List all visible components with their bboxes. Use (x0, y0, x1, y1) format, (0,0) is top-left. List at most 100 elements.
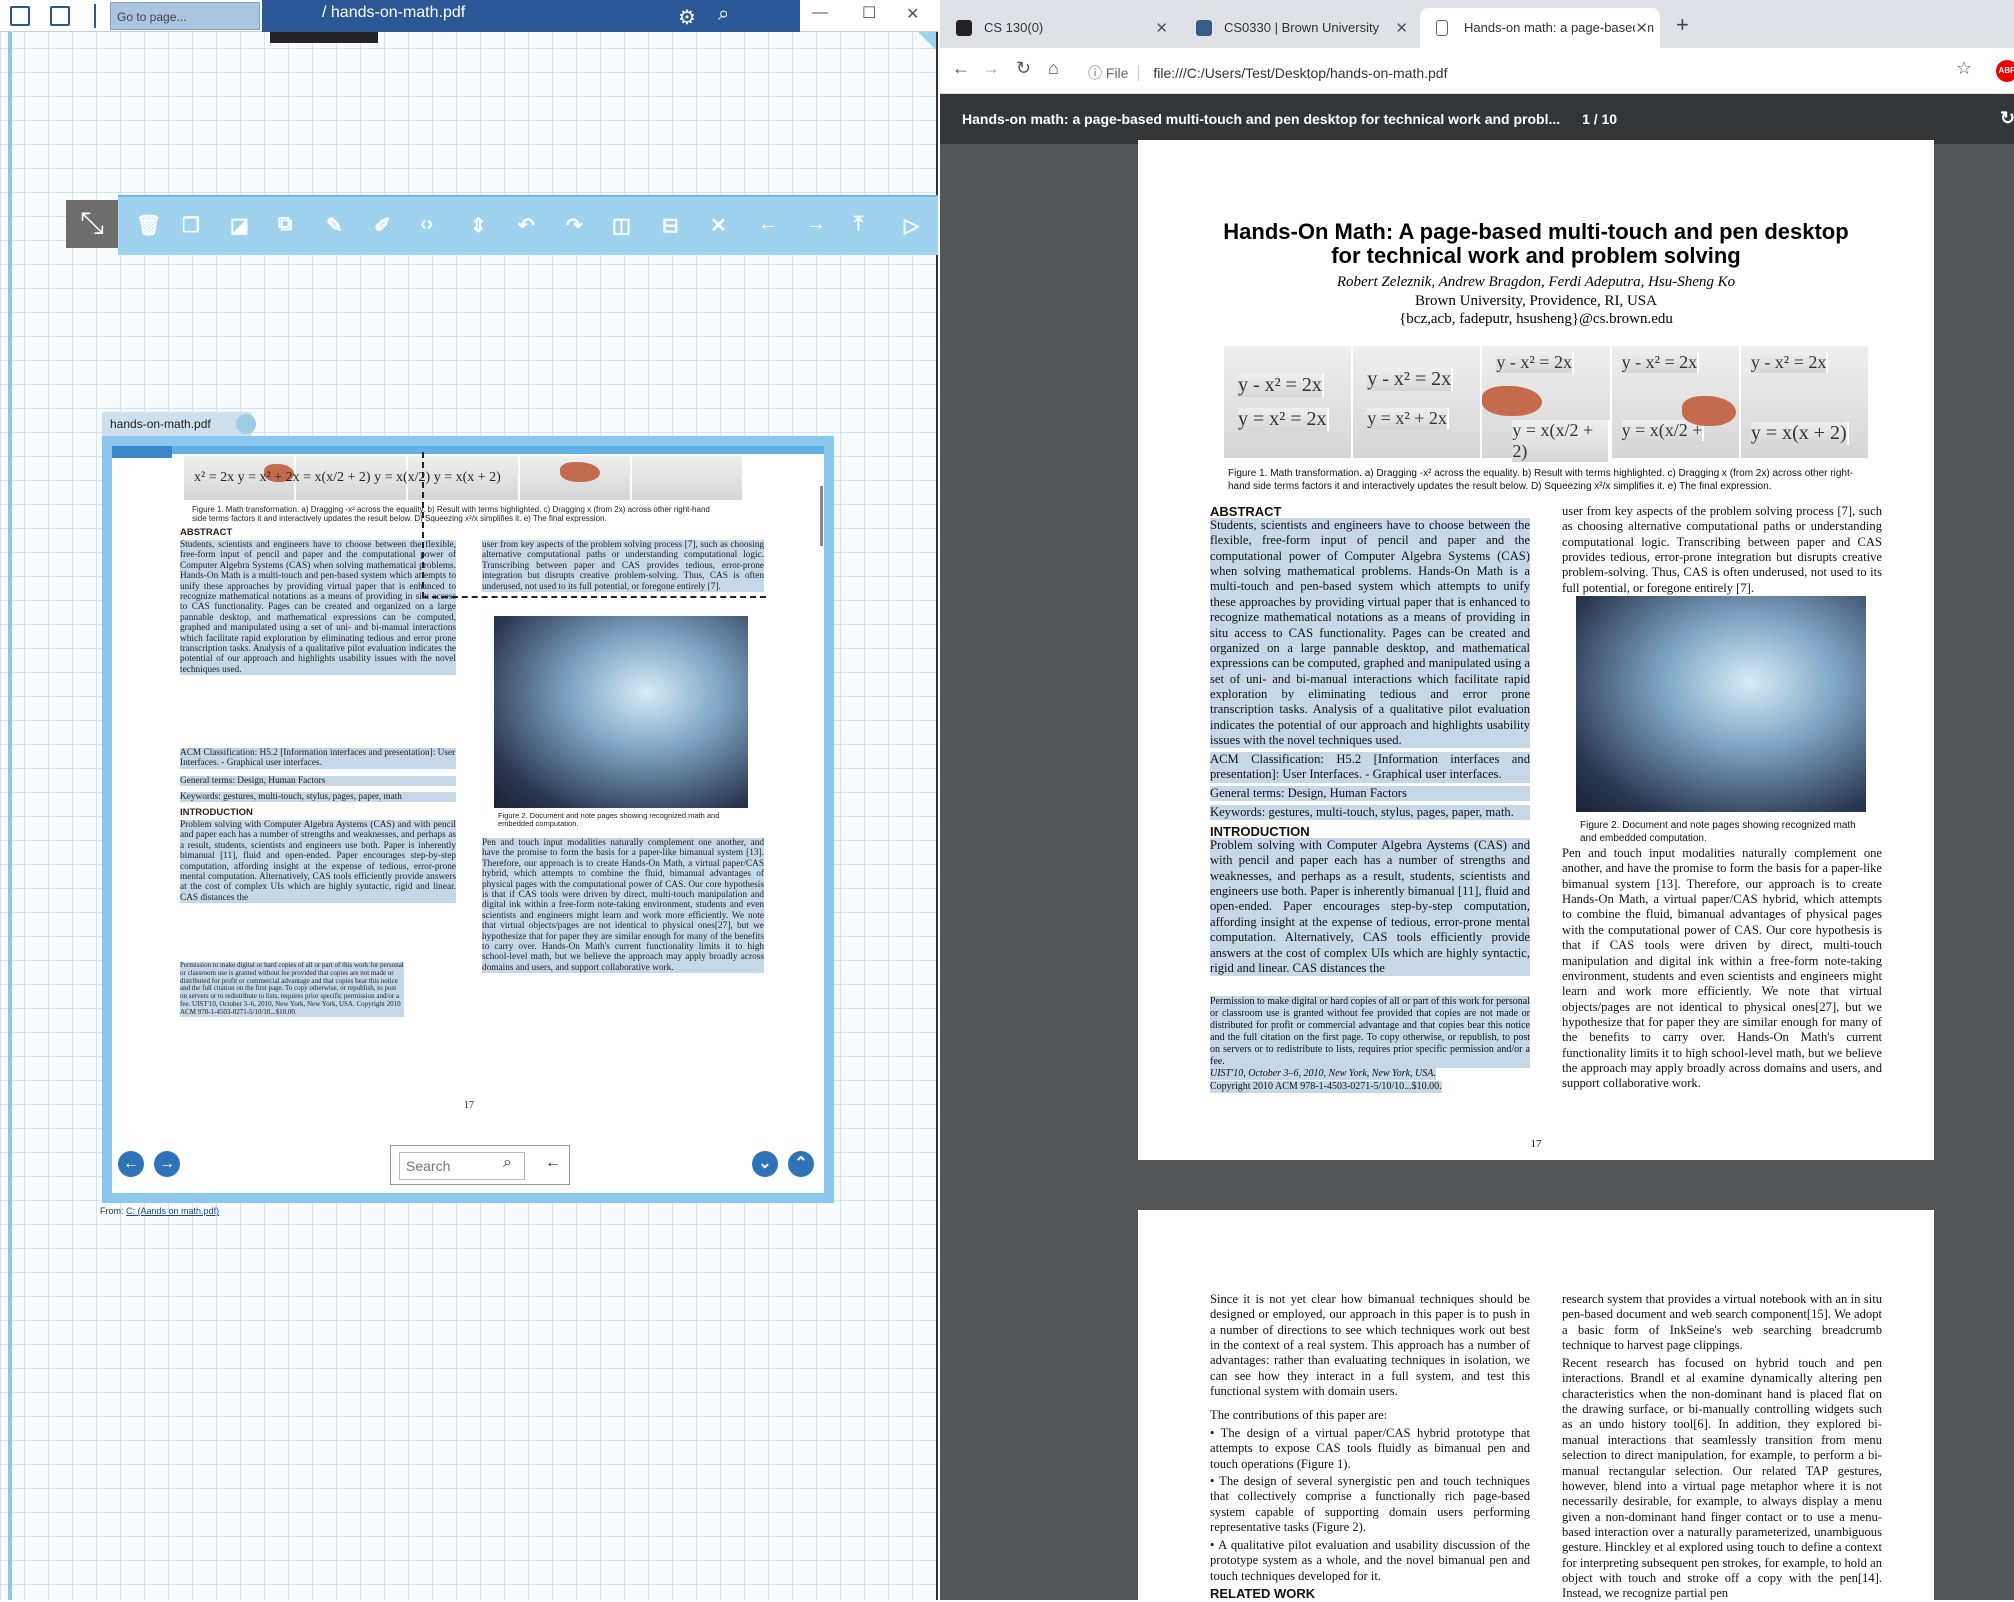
file-title-bar: / hands-on-math.pdf ⚙ ⌕ (262, 0, 800, 32)
page-tab-stub[interactable] (270, 32, 378, 43)
document-tab-label: hands-on-math.pdf (110, 417, 211, 431)
figure1-panel-b: y - x² = 2x y = x² + 2x (1353, 346, 1483, 458)
prev-arrow-icon[interactable]: ← (118, 1151, 144, 1177)
document-handle[interactable] (236, 414, 256, 434)
pin-icon[interactable]: ✎ (326, 213, 343, 238)
delete-icon[interactable]: 🗑 (136, 213, 161, 238)
divider (94, 4, 96, 28)
chevron-up-icon[interactable]: ⌃ (788, 1151, 814, 1177)
arrow-left-icon[interactable]: ← (758, 213, 778, 236)
chrome-window: CS 130(0) ✕ CS0330 | Brown University ✕ … (940, 0, 2014, 1601)
url-text: file:///C:/Users/Test/Desktop/hands-on-m… (1153, 65, 1448, 81)
home-icon[interactable]: ⌂ (1048, 58, 1059, 79)
info-icon[interactable]: ⓘ (1088, 65, 1102, 81)
paper-email: {bcz,acb, fadeputr, hsusheng}@cs.brown.e… (1399, 311, 1673, 327)
split-vertical-icon[interactable]: ⊟ (662, 213, 679, 238)
chevron-down-icon[interactable]: ⌄ (752, 1151, 778, 1177)
mini-col2-bottom: Pen and touch input modalities naturally… (482, 838, 764, 974)
tab-strip: CS 130(0) ✕ CS0330 | Brown University ✕ … (940, 0, 2014, 48)
p2-contributions-intro: The contributions of this paper are: (1210, 1408, 1388, 1422)
play-icon[interactable]: ▷ (904, 213, 919, 238)
expand-vertical-icon[interactable]: ⇕ (470, 213, 487, 238)
stack-icon[interactable]: ◪ (230, 213, 249, 238)
paper-authors: Robert Zeleznik, Andrew Bragdon, Ferdi A… (1336, 274, 1736, 290)
general-terms: General terms: Design, Human Factors (1210, 786, 1530, 802)
arrow-right-icon[interactable]: → (806, 213, 826, 236)
undo-icon[interactable]: ↶ (518, 213, 535, 238)
minimize-button[interactable]: — (812, 4, 828, 22)
paper-title: Hands-On Math: A page-based multi-touch … (1138, 220, 1934, 268)
selection-box[interactable] (422, 452, 766, 598)
unpin-icon[interactable]: ✐ (374, 213, 391, 238)
tab-cs130[interactable]: CS 130(0) ✕ (940, 8, 1180, 48)
next-arrow-icon[interactable]: → (154, 1151, 180, 1177)
redo-icon[interactable]: ↷ (566, 213, 583, 238)
page-indicator: 1 / 10 (1582, 111, 1618, 127)
tab-label: CS 130(0) (984, 20, 1044, 35)
figure1-caption: Figure 1. Math transformation. a) Draggi… (1228, 468, 1854, 492)
page-toolbar: 🗑 ❐ ◪ ⧉ ✎ ✐ ‹› ⇕ ↶ ↷ ◫ ⊟ ✕ ← → ⤒ ▷ (118, 195, 938, 255)
source-link[interactable]: C: (Aands on math.pdf) (126, 1206, 219, 1216)
adblock-badge[interactable]: ABP (1996, 60, 2014, 82)
mini-keywords: Keywords: gestures, multi-touch, stylus,… (180, 792, 456, 803)
acm-classification: ACM Classification: H5.2 [Information in… (1210, 752, 1530, 783)
copy-icon[interactable]: ⧉ (278, 213, 292, 236)
tab-cs0330[interactable]: CS0330 | Brown University ✕ (1180, 8, 1420, 48)
embedded-pdf-viewer: x² = 2x y = x² + 2x = x(x/2 + 2) y = x(x… (102, 436, 834, 1203)
permission-notice: Permission to make digital or hard copie… (1210, 996, 1530, 1068)
mini-acm: ACM Classification: H5.2 [Information in… (180, 748, 456, 769)
mini-fig2-caption: Figure 2. Document and note pages showin… (498, 811, 720, 829)
rotate-icon[interactable]: ↻ (2000, 108, 2014, 129)
close-button[interactable]: ✕ (906, 4, 919, 24)
mini-abstract: Students, scientists and engineers have … (180, 540, 456, 676)
search-icon[interactable]: ⌕ (718, 3, 729, 26)
maximize-button[interactable]: ☐ (862, 3, 876, 23)
collapse-button[interactable]: ⤡ (66, 200, 118, 248)
back-arrow-icon[interactable]: ← (545, 1154, 561, 1172)
tablet-mode-icon[interactable] (10, 6, 30, 26)
split-horizontal-icon[interactable]: ◫ (612, 213, 631, 238)
reload-icon[interactable]: ↻ (1016, 58, 1031, 79)
tab-hands-on-math[interactable]: Hands-on math: a page-based m ✕ (1420, 8, 1660, 48)
close-icon[interactable]: ✕ (1395, 19, 1408, 37)
document-tab[interactable]: hands-on-math.pdf (102, 412, 252, 436)
new-tab-icon[interactable]: + (1676, 12, 1689, 38)
mini-scrollbar[interactable] (820, 486, 823, 546)
keywords: Keywords: gestures, multi-touch, stylus,… (1210, 805, 1530, 821)
pdf-page-2: Since it is not yet clear how bimanual t… (1138, 1210, 1934, 1601)
paper-title-line1: Hands-On Math: A page-based multi-touch … (1223, 219, 1849, 244)
close-page-icon[interactable]: ✕ (710, 213, 727, 238)
arrow-top-icon[interactable]: ⤒ (854, 213, 863, 236)
gear-icon[interactable]: ⚙ (678, 5, 696, 30)
source-label: From: C: (Aands on math.pdf) (100, 1206, 219, 1216)
mini-figure2-photo (494, 616, 748, 808)
document-icon (1436, 20, 1448, 36)
magnifier-icon[interactable]: ⌕ (503, 1154, 512, 1172)
code-icon[interactable]: ‹› (420, 213, 433, 236)
related-work-heading: RELATED WORK (1210, 1586, 1316, 1601)
url-field[interactable]: ⓘ File file:///C:/Users/Test/Desktop/han… (1088, 55, 1888, 87)
viewer-search-box: ⌕ ← (390, 1145, 570, 1185)
new-page-icon[interactable] (50, 6, 70, 26)
figure2-caption: Figure 2. Document and note pages showin… (1580, 820, 1856, 844)
figure1-panel-c: y - x² = 2x y = x(x/2 + 2) (1482, 346, 1612, 462)
close-icon[interactable]: ✕ (1155, 19, 1168, 37)
brown-logo-icon (1196, 20, 1212, 36)
figure2-photo (1576, 596, 1866, 812)
from-label: From: (100, 1206, 124, 1216)
close-icon[interactable]: ✕ (1635, 19, 1648, 37)
mini-general-terms: General terms: Design, Human Factors (180, 776, 456, 787)
dice-icon (956, 20, 972, 36)
goto-page-input[interactable]: Go to page... (110, 2, 260, 30)
forward-icon[interactable]: → (982, 58, 1000, 79)
duplicate-icon[interactable]: ❐ (182, 213, 200, 238)
figure1-panel-d: y - x² = 2x y = x(x/2 + (1611, 346, 1741, 458)
back-icon[interactable]: ← (952, 58, 970, 79)
collapse-arrows-icon: ⤡ (80, 207, 104, 240)
viewer-nav-bar: ← → ⌕ ← ⌄ ⌃ (112, 1133, 824, 1193)
copyright: Copyright 2010 ACM 978-1-4503-0271-5/10/… (1210, 1081, 1442, 1094)
star-icon[interactable]: ☆ (1956, 58, 1972, 79)
mini-page-number: 17 (464, 1100, 474, 1111)
document-header-tab (112, 446, 172, 458)
paper-title-line2: for technical work and problem solving (1331, 243, 1741, 268)
